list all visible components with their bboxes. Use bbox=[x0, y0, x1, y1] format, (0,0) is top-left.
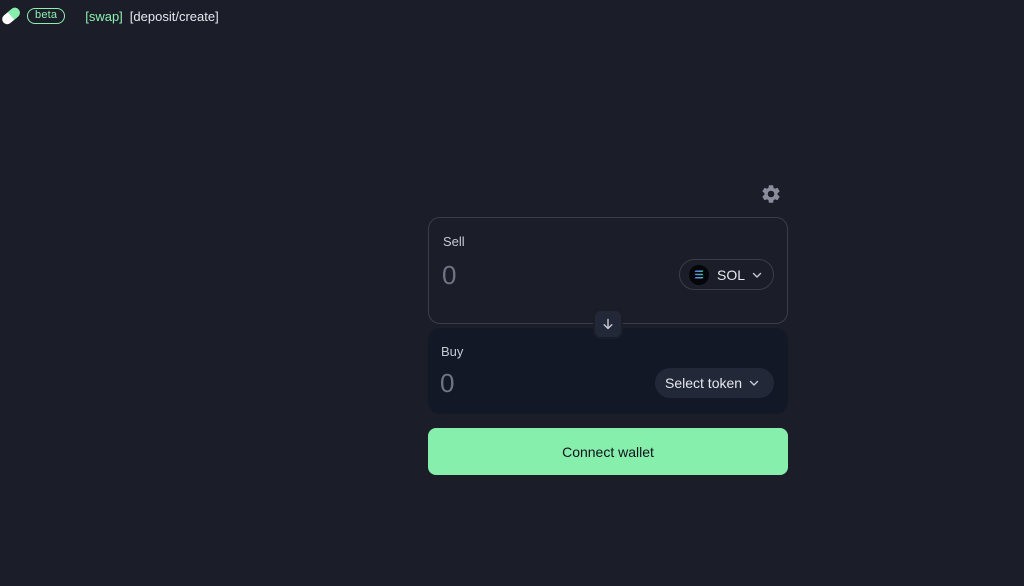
buy-token-select[interactable]: Select token bbox=[655, 368, 774, 398]
connect-wallet-button[interactable]: Connect wallet bbox=[428, 428, 788, 475]
swap-direction-button[interactable] bbox=[593, 309, 623, 339]
select-token-label: Select token bbox=[665, 375, 743, 391]
sell-panel: Sell SOL bbox=[428, 217, 788, 324]
pill-logo-icon[interactable] bbox=[0, 5, 22, 27]
gear-icon[interactable] bbox=[760, 183, 782, 205]
sell-token-select[interactable]: SOL bbox=[679, 259, 774, 290]
swap-page: beta [swap] [deposit/create] Sell 0 SOL … bbox=[0, 0, 1024, 586]
solana-icon bbox=[689, 264, 709, 285]
top-nav: beta [swap] [deposit/create] bbox=[0, 4, 219, 28]
sell-token-symbol: SOL bbox=[717, 266, 746, 283]
sell-amount-input[interactable] bbox=[442, 258, 642, 292]
beta-badge: beta bbox=[27, 8, 66, 24]
arrow-down-icon bbox=[603, 318, 613, 330]
nav-swap-link[interactable]: [swap] bbox=[85, 9, 123, 24]
nav-deposit-create-link[interactable]: [deposit/create] bbox=[130, 9, 219, 24]
chevron-down-icon bbox=[749, 380, 759, 386]
buy-amount-input[interactable] bbox=[440, 366, 640, 400]
sell-label: Sell bbox=[443, 234, 465, 249]
buy-panel: Buy Select token bbox=[428, 328, 788, 414]
chevron-down-icon bbox=[752, 272, 762, 278]
buy-label: Buy bbox=[441, 344, 464, 359]
